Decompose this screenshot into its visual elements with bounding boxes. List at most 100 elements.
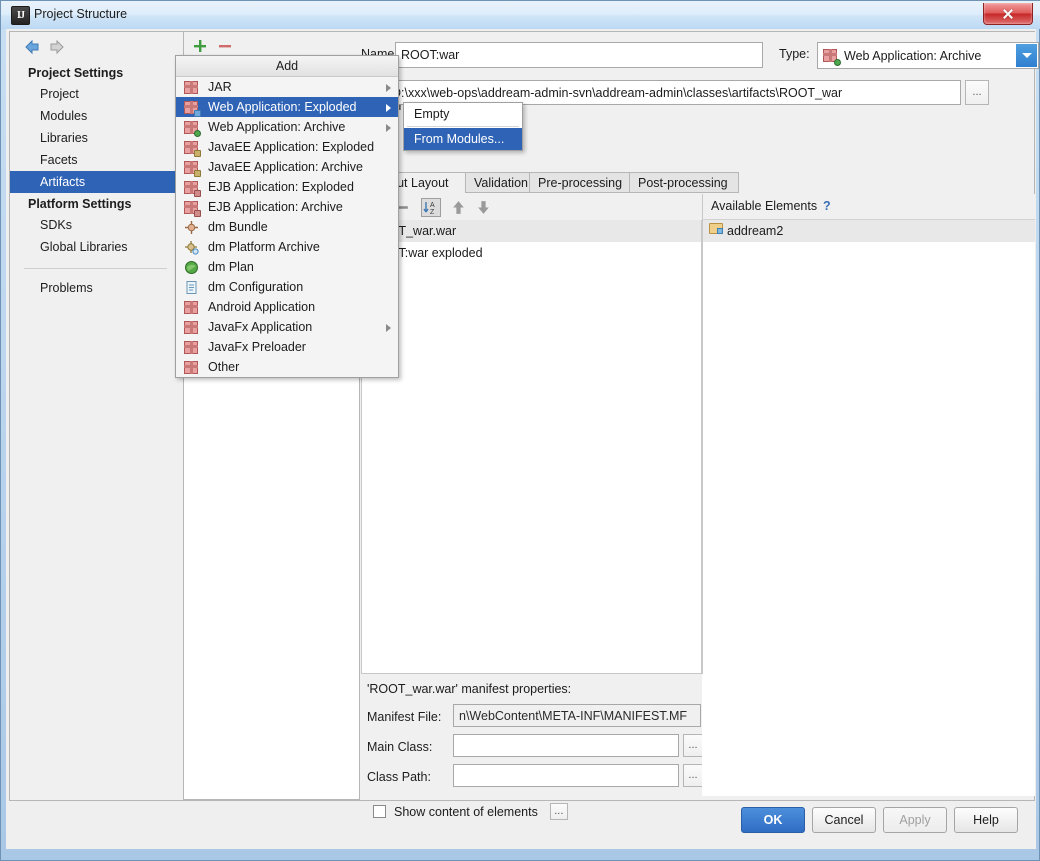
available-elements-title: Available Elements xyxy=(711,199,818,213)
menu-item-javaee-application-archive[interactable]: JavaEE Application: Archive xyxy=(176,157,398,177)
chevron-down-icon[interactable] xyxy=(1016,44,1037,67)
arrow-left-icon[interactable] xyxy=(23,39,41,55)
menu-item-ejb-application-archive[interactable]: EJB Application: Archive xyxy=(176,197,398,217)
plus-icon[interactable] xyxy=(192,38,208,54)
menu-item-label: Android Application xyxy=(208,300,316,314)
ejb-exploded-icon xyxy=(184,180,201,197)
menu-item-label: JavaEE Application: Exploded xyxy=(208,140,375,154)
intellij-idea-icon: IJ xyxy=(11,6,30,25)
dm-bundle-icon xyxy=(184,220,199,235)
menu-item-dm-bundle[interactable]: dm Bundle xyxy=(176,217,398,237)
screen-root: IJ Project Structure Project Settings Pr… xyxy=(0,0,1040,861)
menu-item-other[interactable]: Other xyxy=(176,357,398,377)
arrow-up-icon[interactable] xyxy=(450,199,467,216)
title-bar: IJ Project Structure xyxy=(1,1,1040,29)
manifest-properties-pane: 'ROOT_war.war' manifest properties: Mani… xyxy=(361,674,703,796)
sidebar-item-modules[interactable]: Modules xyxy=(10,105,183,127)
web-exploded-icon xyxy=(184,100,201,117)
web-archive-icon xyxy=(823,48,841,66)
output-layout-tree[interactable]: ROOT_war.war ROOT:war exploded xyxy=(361,220,702,674)
ok-button[interactable]: OK xyxy=(741,807,805,833)
help-button[interactable]: Help xyxy=(954,807,1018,833)
window-title: Project Structure xyxy=(34,7,128,21)
dm-plan-icon xyxy=(184,260,199,275)
manifest-file-input[interactable] xyxy=(453,704,701,727)
menu-item-web-application-exploded[interactable]: Web Application: Exploded xyxy=(176,97,398,117)
cancel-button[interactable]: Cancel xyxy=(812,807,876,833)
menu-item-javafx-application[interactable]: JavaFx Application xyxy=(176,317,398,337)
apply-button[interactable]: Apply xyxy=(883,807,947,833)
tree-row[interactable]: ROOT:war exploded xyxy=(362,242,701,264)
javafx-icon xyxy=(184,320,199,335)
sidebar-item-global-libraries[interactable]: Global Libraries xyxy=(10,236,183,258)
svg-text:Z: Z xyxy=(430,209,435,216)
list-item[interactable]: addream2 xyxy=(703,220,1035,242)
chevron-right-icon xyxy=(386,324,391,332)
menu-item-dm-plan[interactable]: dm Plan xyxy=(176,257,398,277)
ejb-archive-icon xyxy=(184,200,201,217)
arrow-right-icon[interactable] xyxy=(48,39,66,55)
menu-item-label: Other xyxy=(208,360,240,374)
menu-item-dm-configuration[interactable]: dm Configuration xyxy=(176,277,398,297)
submenu-divider xyxy=(407,126,519,127)
sidebar-item-problems[interactable]: Problems xyxy=(10,277,183,299)
javaee-exploded-icon xyxy=(184,140,201,157)
minus-icon[interactable] xyxy=(217,38,233,54)
artifact-name-input[interactable] xyxy=(395,42,763,68)
dialog-button-bar: OK Cancel Apply Help xyxy=(6,803,1036,849)
manifest-properties-title: 'ROOT_war.war' manifest properties: xyxy=(367,682,572,696)
chevron-right-icon xyxy=(386,124,391,132)
tab-pre-processing[interactable]: Pre-processing xyxy=(529,172,634,193)
menu-item-label: JAR xyxy=(208,80,232,94)
menu-item-android-application[interactable]: Android Application xyxy=(176,297,398,317)
menu-item-javaee-application-exploded[interactable]: JavaEE Application: Exploded xyxy=(176,137,398,157)
menu-item-ejb-application-exploded[interactable]: EJB Application: Exploded xyxy=(176,177,398,197)
menu-item-label: dm Plan xyxy=(208,260,254,274)
menu-item-label: Web Application: Archive xyxy=(208,120,346,134)
dm-platform-icon xyxy=(184,240,199,255)
menu-item-label: JavaFx Application xyxy=(208,320,313,334)
svg-text:A: A xyxy=(430,202,435,209)
sidebar-item-libraries[interactable]: Libraries xyxy=(10,127,183,149)
class-path-label: Class Path: xyxy=(367,770,431,784)
manifest-file-label: Manifest File: xyxy=(367,710,442,724)
javafx-preloader-icon xyxy=(184,340,199,355)
arrow-down-icon[interactable] xyxy=(475,199,492,216)
sidebar-item-artifacts[interactable]: Artifacts xyxy=(10,171,183,193)
sidebar-item-sdks[interactable]: SDKs xyxy=(10,214,183,236)
menu-item-label: EJB Application: Exploded xyxy=(208,180,354,194)
menu-item-jar[interactable]: JAR xyxy=(176,77,398,97)
class-path-browse-button[interactable]: ... xyxy=(683,764,703,787)
nav-toolbar xyxy=(10,32,183,59)
menu-item-label: JavaEE Application: Archive xyxy=(208,160,363,174)
menu-item-web-application-archive[interactable]: Web Application: Archive xyxy=(176,117,398,137)
help-icon[interactable]: ? xyxy=(823,199,831,213)
module-folder-icon xyxy=(709,223,723,234)
artifact-type-combobox[interactable]: Web Application: Archive xyxy=(817,42,1039,69)
main-class-input[interactable] xyxy=(453,734,679,757)
package-icon xyxy=(184,80,199,95)
menu-item-dm-platform-archive[interactable]: dm Platform Archive xyxy=(176,237,398,257)
dm-config-icon xyxy=(184,280,199,295)
chevron-right-icon xyxy=(386,104,391,112)
tab-post-processing[interactable]: Post-processing xyxy=(629,172,739,193)
submenu-item-empty[interactable]: Empty xyxy=(404,103,522,125)
menu-item-label: dm Bundle xyxy=(208,220,268,234)
artifact-type-value: Web Application: Archive xyxy=(844,48,982,63)
web-exploded-submenu: Empty From Modules... xyxy=(403,102,523,151)
sidebar-item-facets[interactable]: Facets xyxy=(10,149,183,171)
other-icon xyxy=(184,360,199,375)
close-icon[interactable] xyxy=(983,3,1033,25)
available-elements-body xyxy=(702,674,1035,796)
add-artifact-menu: Add JAR Web Application: Exploded Web Ap… xyxy=(175,55,399,378)
sort-az-icon[interactable]: A Z xyxy=(421,198,441,217)
submenu-item-from-modules[interactable]: From Modules... xyxy=(404,128,522,150)
output-directory-browse-button[interactable]: ... xyxy=(965,80,989,105)
class-path-input[interactable] xyxy=(453,764,679,787)
menu-item-javafx-preloader[interactable]: JavaFx Preloader xyxy=(176,337,398,357)
menu-item-label: dm Platform Archive xyxy=(208,240,320,254)
main-class-browse-button[interactable]: ... xyxy=(683,734,703,757)
nav-divider xyxy=(24,268,167,269)
tree-row[interactable]: ROOT_war.war xyxy=(362,220,701,242)
sidebar-item-project[interactable]: Project xyxy=(10,83,183,105)
